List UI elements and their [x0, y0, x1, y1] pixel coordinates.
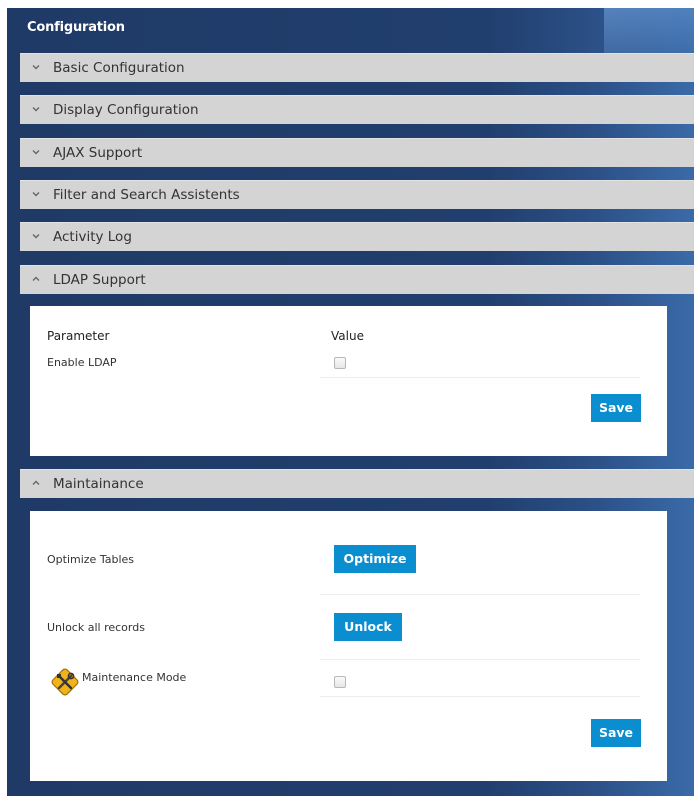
section-label: Maintainance: [53, 476, 144, 492]
optimize-button[interactable]: Optimize: [334, 545, 416, 573]
section-header-filter-and-search[interactable]: Filter and Search Assistents: [20, 180, 694, 209]
chevron-down-icon: [32, 192, 40, 197]
section-header-ajax-support[interactable]: AJAX Support: [20, 138, 694, 167]
enable-ldap-checkbox[interactable]: [334, 357, 346, 369]
page: Configuration Basic Configuration Displa…: [0, 0, 694, 800]
enable-ldap-label: Enable LDAP: [47, 356, 117, 369]
maintenance-save-button[interactable]: Save: [591, 719, 641, 747]
section-label: AJAX Support: [53, 145, 143, 161]
maintainance-content: Optimize Tables Optimize Unlock all reco…: [30, 511, 667, 781]
optimize-tables-label: Optimize Tables: [47, 553, 134, 566]
value-column-header: Value: [331, 329, 364, 343]
chevron-down-icon: [32, 65, 40, 70]
section-label: Filter and Search Assistents: [53, 187, 240, 203]
chevron-up-icon: [32, 480, 40, 485]
maintenance-mode-checkbox[interactable]: [334, 676, 346, 688]
chevron-up-icon: [32, 276, 40, 281]
section-label: Activity Log: [53, 229, 132, 245]
divider: [320, 377, 640, 378]
divider: [320, 594, 640, 595]
section-header-maintainance[interactable]: Maintainance: [20, 469, 694, 498]
ldap-support-content: Parameter Value Enable LDAP Save: [30, 306, 667, 456]
section-label: Display Configuration: [53, 102, 199, 118]
section-label: LDAP Support: [53, 272, 146, 288]
section-header-display-configuration[interactable]: Display Configuration: [20, 95, 694, 124]
divider: [320, 696, 640, 697]
chevron-down-icon: [32, 234, 40, 239]
tools-icon: [51, 668, 79, 696]
parameter-column-header: Parameter: [47, 329, 110, 343]
section-header-ldap-support[interactable]: LDAP Support: [20, 265, 694, 294]
ldap-save-button[interactable]: Save: [591, 394, 641, 422]
maintenance-mode-label: Maintenance Mode: [82, 671, 187, 684]
unlock-all-records-label: Unlock all records: [47, 621, 145, 634]
section-header-activity-log[interactable]: Activity Log: [20, 222, 694, 251]
chevron-down-icon: [32, 107, 40, 112]
panel-title: Configuration: [27, 20, 125, 35]
section-header-basic-configuration[interactable]: Basic Configuration: [20, 53, 694, 82]
divider: [320, 659, 640, 660]
section-label: Basic Configuration: [53, 60, 185, 76]
unlock-button[interactable]: Unlock: [334, 613, 402, 641]
chevron-down-icon: [32, 150, 40, 155]
